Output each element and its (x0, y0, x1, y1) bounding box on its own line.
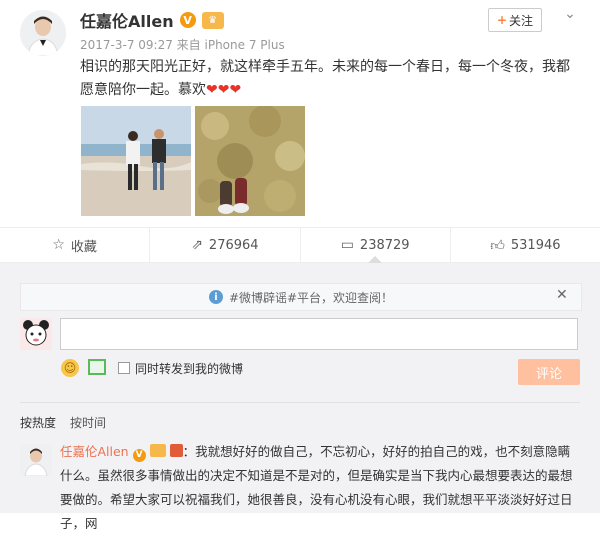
tab-sort-time[interactable]: 按时间 (70, 414, 106, 431)
vip-badge-icon: ♛ (201, 11, 224, 29)
current-user-avatar (20, 318, 52, 350)
post-actions-bar: ☆ 收藏 ⇗ 276964 ▭ 238729 👍︎ 531946 (0, 227, 600, 263)
repost-count: 276964 (208, 237, 259, 253)
repost-icon: ⇗ (191, 237, 203, 253)
notice-bar: i #微博辟谣#平台，欢迎查阅！ (20, 283, 582, 311)
post-meta: 2017-3-7 09:27 来自 iPhone 7 Plus (80, 38, 285, 52)
favorite-label: 收藏 (70, 239, 97, 255)
image-icon[interactable] (88, 359, 106, 375)
comment-pointer (368, 256, 382, 263)
hearts-emoji: ❤❤❤ (206, 82, 242, 98)
like-button[interactable]: 👍︎ 531946 (451, 228, 600, 262)
like-icon: 👍︎ (490, 237, 505, 254)
like-count: 531946 (510, 237, 561, 253)
post-photo-beach[interactable] (81, 106, 191, 216)
comment-sort-tabs: 按热度 按时间 (20, 414, 106, 431)
emoji-icon[interactable]: ☺ (61, 359, 79, 377)
notice-text[interactable]: #微博辟谣#平台，欢迎查阅！ (229, 289, 393, 306)
weibo-post: 任嘉伦Allen V ♛ 2017-3-7 09:27 来自 iPhone 7 … (0, 0, 600, 262)
comment-author-avatar[interactable] (20, 444, 52, 476)
close-icon[interactable]: ✕ (556, 287, 568, 303)
author-name[interactable]: 任嘉伦Allen (80, 8, 174, 32)
tab-sort-hot[interactable]: 按热度 (20, 414, 56, 431)
follow-button[interactable]: + 关注 (488, 8, 542, 32)
chevron-down-icon[interactable]: ⌄ (562, 6, 578, 22)
author-avatar[interactable] (20, 10, 66, 56)
follow-label: 关注 (509, 13, 534, 28)
verified-badge-icon: V (179, 12, 196, 28)
post-photo-leaves[interactable] (195, 106, 305, 216)
post-text: 相识的那天阳光正好，就这样牵手五年。未来的每一个春日，每一个冬夜，我都愿意陪你一… (80, 56, 580, 102)
gift-badge-icon (169, 444, 183, 457)
post-body: 相识的那天阳光正好，就这样牵手五年。未来的每一个春日，每一个冬夜，我都愿意陪你一… (80, 59, 570, 98)
divider (20, 402, 580, 403)
author-row: 任嘉伦Allen V ♛ (80, 9, 224, 31)
repost-checkbox-label[interactable]: 同时转发到我的微博 (135, 360, 243, 377)
verified-badge-icon: V (132, 449, 146, 462)
info-icon: i (208, 290, 223, 304)
comment-count: 238729 (359, 237, 410, 253)
star-icon: ☆ (52, 237, 65, 253)
repost-checkbox[interactable] (118, 362, 130, 374)
submit-comment-button[interactable]: 评论 (518, 359, 580, 385)
repost-button[interactable]: ⇗ 276964 (150, 228, 301, 262)
comment-input[interactable] (60, 318, 578, 350)
comment-icon: ▭ (340, 237, 354, 253)
comment-author-name[interactable]: 任嘉伦Allen (60, 444, 129, 459)
plus-icon: + (496, 13, 508, 27)
comment-item: 任嘉伦Allen V ：我就想好好的做自己，不忘初心，好好的拍自己的戏，也不刻意… (60, 440, 580, 536)
vip-badge-icon (149, 444, 166, 457)
favorite-button[interactable]: ☆ 收藏 (0, 228, 151, 262)
